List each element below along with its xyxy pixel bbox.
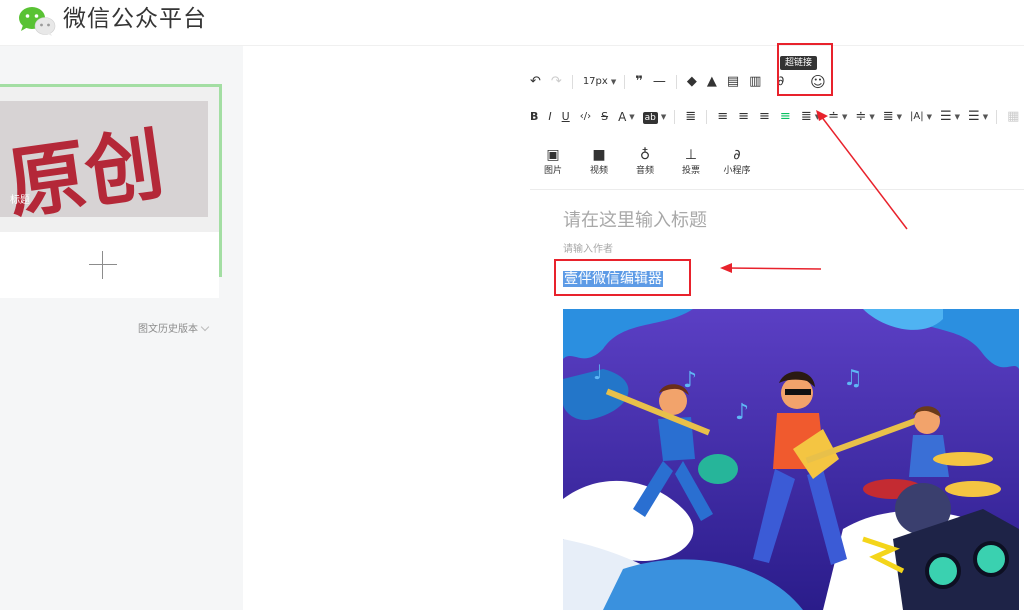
history-versions-link[interactable]: 图文历史版本 [138, 320, 210, 335]
history-label: 图文历史版本 [138, 324, 198, 335]
editor-pane: 超链接 ↶ ↷ 17px ▼ ❞ — ◆ ▲ ▤ ▥ ∂ ☺ B I U ‹/›… [243, 43, 1024, 610]
chevron-down-icon [200, 322, 210, 332]
annotation-arrows [720, 110, 908, 273]
cover-watermark-graphic: 原创 [0, 101, 208, 217]
cover-image: 原创 标题 [0, 101, 208, 217]
brand-title: 微信公众平台 [63, 6, 207, 32]
top-header: 微信公众平台 [0, 0, 1024, 46]
add-article-button[interactable] [0, 232, 219, 298]
wechat-logo-icon [19, 7, 56, 36]
app-window: 微信公众平台 原创 标题 图文历史版本 超链接 ↶ ↷ 17px ▼ ❞ — ◆… [0, 0, 1024, 610]
cover-title: 标题 [10, 195, 30, 206]
plus-icon [89, 251, 117, 279]
article-list-sidebar: 原创 标题 图文历史版本 [0, 46, 243, 610]
